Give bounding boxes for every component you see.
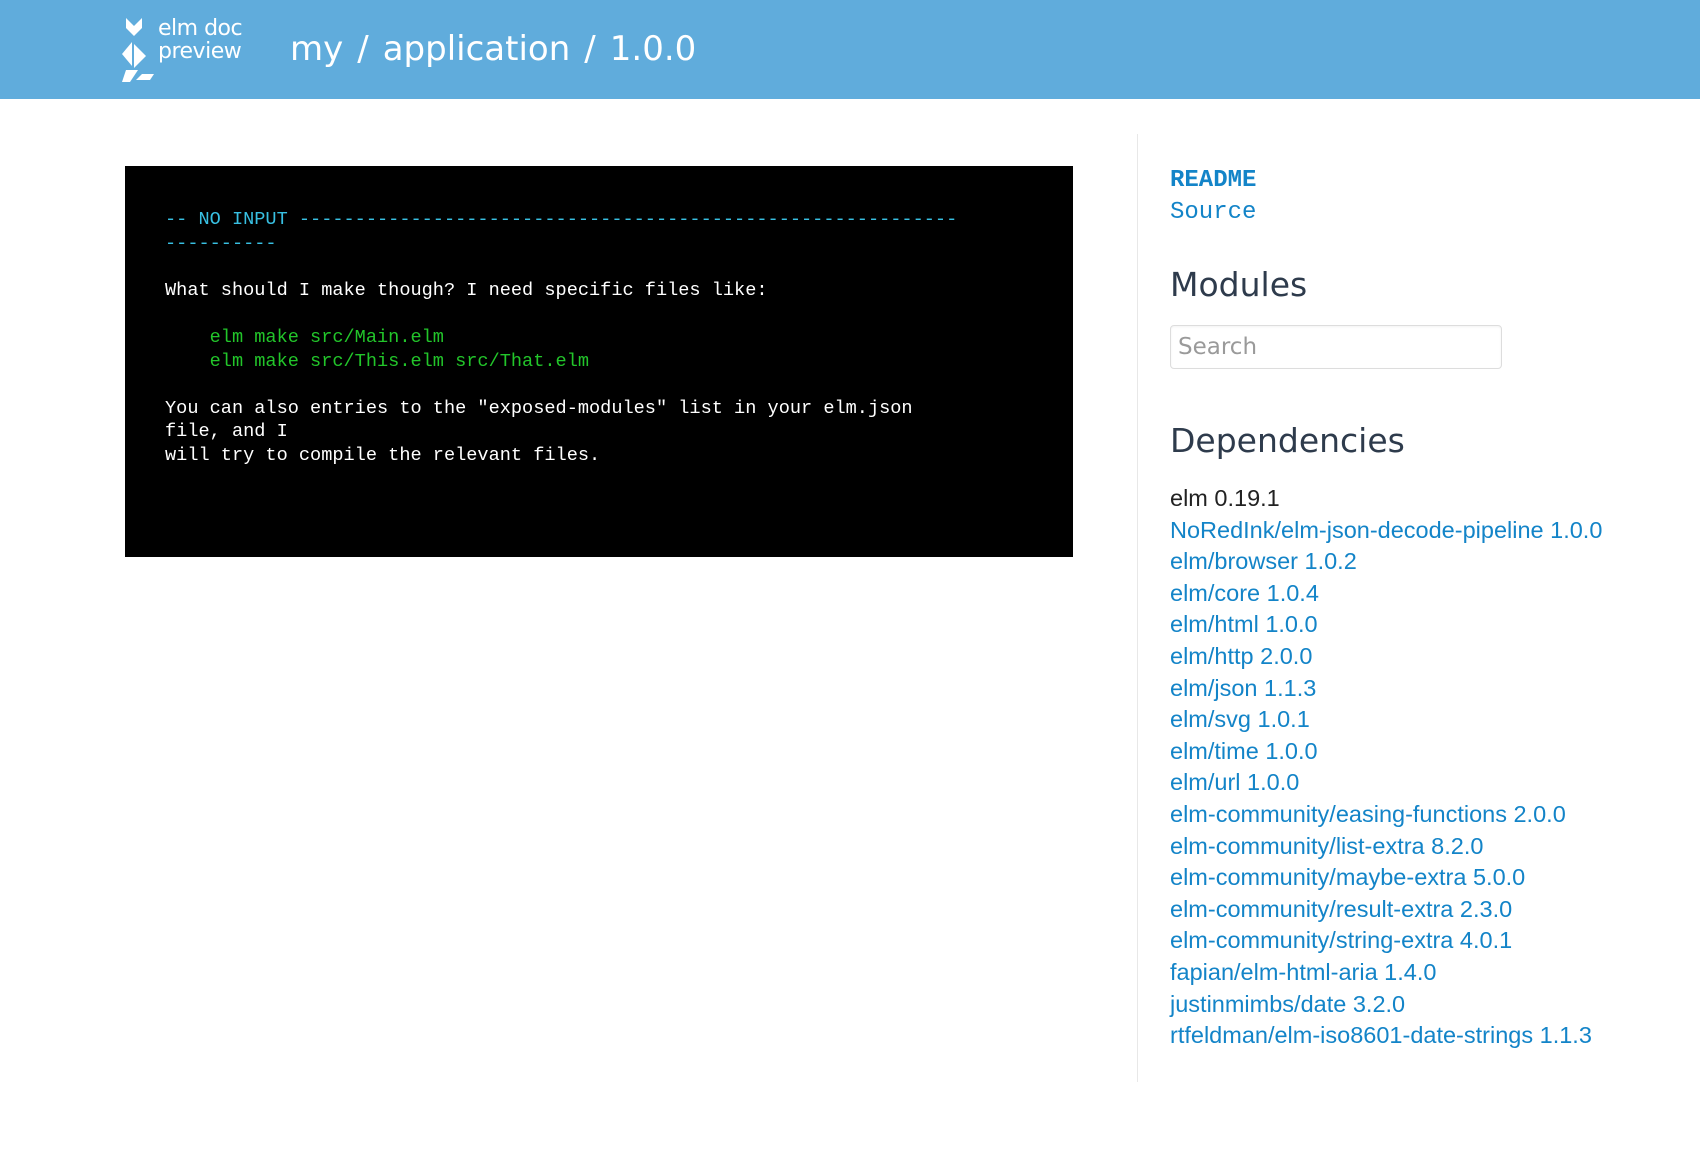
- dependency-link[interactable]: elm/svg 1.0.1: [1170, 704, 1602, 736]
- dependency-link[interactable]: elm-community/string-extra 4.0.1: [1170, 925, 1602, 957]
- sidebar-divider: [1137, 134, 1138, 1082]
- top-header: elm doc preview my / application / 1.0.0: [0, 0, 1700, 99]
- dependency-link[interactable]: elm-community/maybe-extra 5.0.0: [1170, 862, 1602, 894]
- error-heading-continued: ----------: [165, 232, 277, 254]
- dependency-link[interactable]: fapian/elm-html-aria 1.4.0: [1170, 957, 1602, 989]
- dependency-link[interactable]: elm/time 1.0.0: [1170, 736, 1602, 768]
- dependency-link[interactable]: elm-community/list-extra 8.2.0: [1170, 831, 1602, 863]
- module-search-input[interactable]: [1170, 325, 1502, 369]
- elm-version: elm 0.19.1: [1170, 485, 1280, 511]
- compiler-error-panel: -- NO INPUT ----------------------------…: [125, 166, 1073, 557]
- error-hint: file, and I: [165, 421, 288, 443]
- dependency-link[interactable]: elm/browser 1.0.2: [1170, 546, 1602, 578]
- logo-line-2: preview: [158, 39, 242, 64]
- dependency-link[interactable]: NoRedInk/elm-json-decode-pipeline 1.0.0: [1170, 515, 1602, 547]
- breadcrumb-user[interactable]: my: [290, 29, 343, 69]
- dependency-link[interactable]: elm/html 1.0.0: [1170, 609, 1602, 641]
- dependency-link[interactable]: elm/json 1.1.3: [1170, 673, 1602, 705]
- example-command: elm make src/Main.elm: [165, 326, 444, 348]
- breadcrumb-separator: /: [584, 29, 596, 69]
- dependencies-heading: Dependencies: [1170, 421, 1405, 460]
- readme-link[interactable]: README: [1170, 165, 1256, 197]
- error-message: What should I make though? I need specif…: [165, 279, 768, 301]
- dependency-link[interactable]: justinmimbs/date 3.2.0: [1170, 989, 1602, 1021]
- dependency-link[interactable]: rtfeldman/elm-iso8601-date-strings 1.1.3: [1170, 1020, 1602, 1052]
- modules-heading: Modules: [1170, 265, 1308, 304]
- error-hint: will try to compile the relevant files.: [165, 444, 601, 466]
- error-heading: -- NO INPUT ----------------------------…: [165, 209, 958, 230]
- logo-line-1: elm doc: [158, 16, 243, 41]
- breadcrumb-project[interactable]: application: [383, 29, 571, 69]
- example-command: elm make src/This.elm src/That.elm: [165, 350, 590, 372]
- dependency-link[interactable]: elm/core 1.0.4: [1170, 578, 1602, 610]
- logo-text: elm doc preview: [158, 16, 243, 64]
- dependency-link[interactable]: elm-community/easing-functions 2.0.0: [1170, 799, 1602, 831]
- dependency-link[interactable]: elm/http 2.0.0: [1170, 641, 1602, 673]
- dependency-link[interactable]: elm-community/result-extra 2.3.0: [1170, 894, 1602, 926]
- breadcrumb: my / application / 1.0.0: [290, 24, 696, 74]
- breadcrumb-version[interactable]: 1.0.0: [610, 29, 697, 69]
- breadcrumb-separator: /: [357, 29, 369, 69]
- dependencies-list: elm 0.19.1 NoRedInk/elm-json-decode-pipe…: [1170, 483, 1602, 1052]
- error-hint: You can also entries to the "exposed-mod…: [165, 397, 913, 419]
- elm-doc-preview-logo[interactable]: elm doc preview: [122, 16, 246, 82]
- elm-tangram-icon: [122, 18, 154, 82]
- dependency-link[interactable]: elm/url 1.0.0: [1170, 767, 1602, 799]
- source-link[interactable]: Source: [1170, 197, 1256, 229]
